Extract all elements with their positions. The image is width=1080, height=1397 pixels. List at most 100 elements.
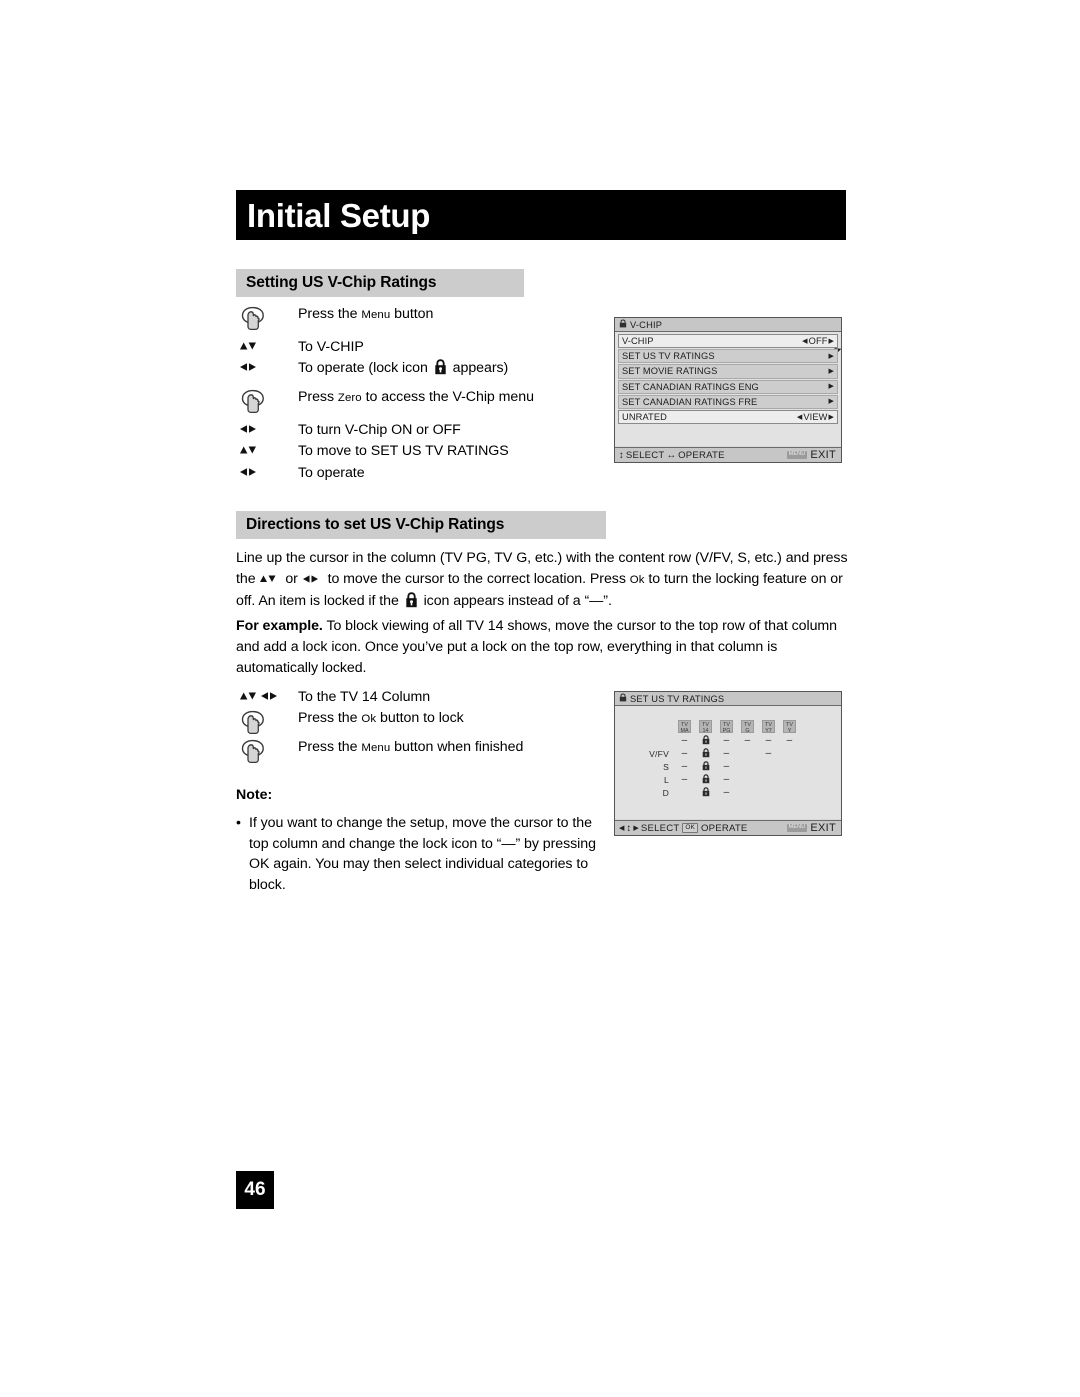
hand-press-icon <box>238 738 298 765</box>
cell-ma-d <box>674 786 695 799</box>
steps-list-setting: Press the Menu button To V-CHIP To opera… <box>238 305 534 483</box>
menu-key-badge: MENU <box>786 824 808 832</box>
hand-press-icon <box>238 709 298 736</box>
paragraph-directions: Line up the cursor in the column (TV PG,… <box>236 548 848 615</box>
cell-y7-d <box>758 786 779 799</box>
paragraph-text: icon appears instead of a “—”. <box>419 593 612 609</box>
list-item: • If you want to change the setup, move … <box>236 813 596 895</box>
cell-pg-s[interactable]: – <box>716 760 737 773</box>
note-list: • If you want to change the setup, move … <box>236 813 596 895</box>
osd-row-unrated[interactable]: UNRATED ◀ VIEW ▶ <box>618 409 838 425</box>
cell-ma-s[interactable]: – <box>674 760 695 773</box>
cell-y-d <box>779 786 800 799</box>
left-right-arrows-icon <box>238 359 298 374</box>
osd-vchip-footer: ↕ SELECT ↔ OPERATE MENU EXIT <box>615 447 841 462</box>
cell-y-all[interactable]: – <box>779 734 800 747</box>
note-heading: Note: <box>236 787 273 803</box>
chapter-title-bar: Initial Setup <box>236 190 846 240</box>
right-triangle-icon: ▶ <box>633 824 639 832</box>
cell-pg-d[interactable]: – <box>716 786 737 799</box>
osd-footer-operate: OPERATE <box>678 449 725 461</box>
osd-row-set-canadian-eng[interactable]: SET CANADIAN RATINGS ENG ▶ <box>618 379 838 394</box>
cell-14-s[interactable] <box>695 760 716 773</box>
left-right-arrows-icon <box>302 571 324 587</box>
right-triangle-icon: ▶ <box>828 413 834 421</box>
osd-footer-exit: EXIT <box>810 822 836 834</box>
dash-glyph: – <box>723 735 730 746</box>
dash-glyph: – <box>723 761 730 772</box>
lock-icon <box>434 359 447 381</box>
osd-set-us-tv-ratings: SET US TV RATINGS TV MA TV 14 TV PG TV G… <box>614 691 842 836</box>
col-line2: Y7 <box>765 728 772 734</box>
column-header-tv-g: TV G <box>737 720 758 734</box>
step-press-menu: Press the Menu button <box>238 305 534 332</box>
table-row: V/FV – – – <box>641 747 800 760</box>
step-text: Press the Menu button when finished <box>298 739 524 756</box>
dash-glyph: – <box>723 748 730 759</box>
cell-ma-vfv[interactable]: – <box>674 747 695 760</box>
section-heading-directions: Directions to set US V-Chip Ratings <box>236 511 606 539</box>
osd-row-label: SET CANADIAN RATINGS FRE <box>622 396 758 407</box>
cell-pg-l[interactable]: – <box>716 773 737 786</box>
col-line2: MA <box>680 728 689 734</box>
cell-14-l[interactable] <box>695 773 716 786</box>
osd-ratings-footer: ◀ ↕ ▶ SELECT OK OPERATE MENU EXIT <box>615 820 841 835</box>
page-number-badge: 46 <box>236 1171 274 1209</box>
row-label <box>641 734 674 747</box>
table-row: – – – – – <box>641 734 800 747</box>
step-to-operate-lock: To operate (lock icon appears) <box>238 359 534 381</box>
col-line2: Y <box>787 728 792 734</box>
up-down-arrows-icon <box>238 442 298 457</box>
col-line2: 14 <box>702 728 709 734</box>
osd-row-label: SET MOVIE RATINGS <box>622 366 718 377</box>
left-right-arrow-icon: ↔ <box>666 449 677 461</box>
cell-14-d[interactable] <box>695 786 716 799</box>
cell-pg-all[interactable]: – <box>716 734 737 747</box>
cell-y-s <box>779 760 800 773</box>
step-text: To move to SET US TV RATINGS <box>298 443 509 460</box>
dash-glyph: – <box>765 748 772 759</box>
osd-ratings-title: SET US TV RATINGS <box>630 693 725 704</box>
cell-14-vfv[interactable] <box>695 747 716 760</box>
paragraph-text: to move the cursor to the correct locati… <box>323 571 630 587</box>
osd-vchip-menu: V-CHIP V-CHIP ◀ OFF ▶ ➤ SET US TV RATING… <box>614 317 843 463</box>
osd-row-set-us-tv-ratings[interactable]: SET US TV RATINGS ▶ <box>618 349 838 364</box>
cell-y7-vfv[interactable]: – <box>758 747 779 760</box>
right-triangle-icon: ▶ <box>828 383 834 391</box>
key-name-ok: Ok <box>629 574 645 586</box>
osd-ratings-body: TV MA TV 14 TV PG TV G TV Y7 TV Y – – – … <box>615 706 841 819</box>
osd-row-set-canadian-fre[interactable]: SET CANADIAN RATINGS FRE ▶ <box>618 394 838 409</box>
cell-y7-all[interactable]: – <box>758 734 779 747</box>
bullet-glyph: • <box>236 815 241 831</box>
left-triangle-icon: ◀ <box>802 337 808 345</box>
key-name-zero: Zero <box>337 391 362 404</box>
cell-pg-vfv[interactable]: – <box>716 747 737 760</box>
right-triangle-icon: ▶ <box>828 352 834 360</box>
cell-g-vfv <box>737 747 758 760</box>
cell-y-vfv <box>779 747 800 760</box>
step-text: Press the Ok button to lock <box>298 710 464 727</box>
section-heading-directions-label: Directions to set US V-Chip Ratings <box>246 516 505 533</box>
table-row: L – – <box>641 773 800 786</box>
step-to-tv14-column: To the TV 14 Column <box>238 688 523 707</box>
lock-icon <box>702 760 709 770</box>
dash-glyph: – <box>681 774 688 785</box>
cell-ma-all[interactable]: – <box>674 734 695 747</box>
paragraph-example: For example. To block viewing of all TV … <box>236 616 848 679</box>
row-label-d: D <box>662 787 669 798</box>
lock-icon <box>702 773 709 783</box>
osd-footer-exit-group: MENU EXIT <box>786 822 836 834</box>
cell-ma-l[interactable]: – <box>674 773 695 786</box>
cell-14-all[interactable] <box>695 734 716 747</box>
cell-g-all[interactable]: – <box>737 734 758 747</box>
column-header-tv-pg: TV PG <box>716 720 737 734</box>
osd-row-value: ▶ <box>829 398 834 405</box>
column-header-tv-y: TV Y <box>779 720 800 734</box>
cell-g-s <box>737 760 758 773</box>
step-text: To V-CHIP <box>298 339 364 355</box>
osd-row-vchip[interactable]: V-CHIP ◀ OFF ▶ ➤ <box>618 334 843 357</box>
left-right-arrows-icon <box>238 464 298 479</box>
key-name-menu: Menu <box>361 742 391 755</box>
cell-y-l <box>779 773 800 786</box>
osd-row-set-movie-ratings[interactable]: SET MOVIE RATINGS ▶ <box>618 364 838 379</box>
